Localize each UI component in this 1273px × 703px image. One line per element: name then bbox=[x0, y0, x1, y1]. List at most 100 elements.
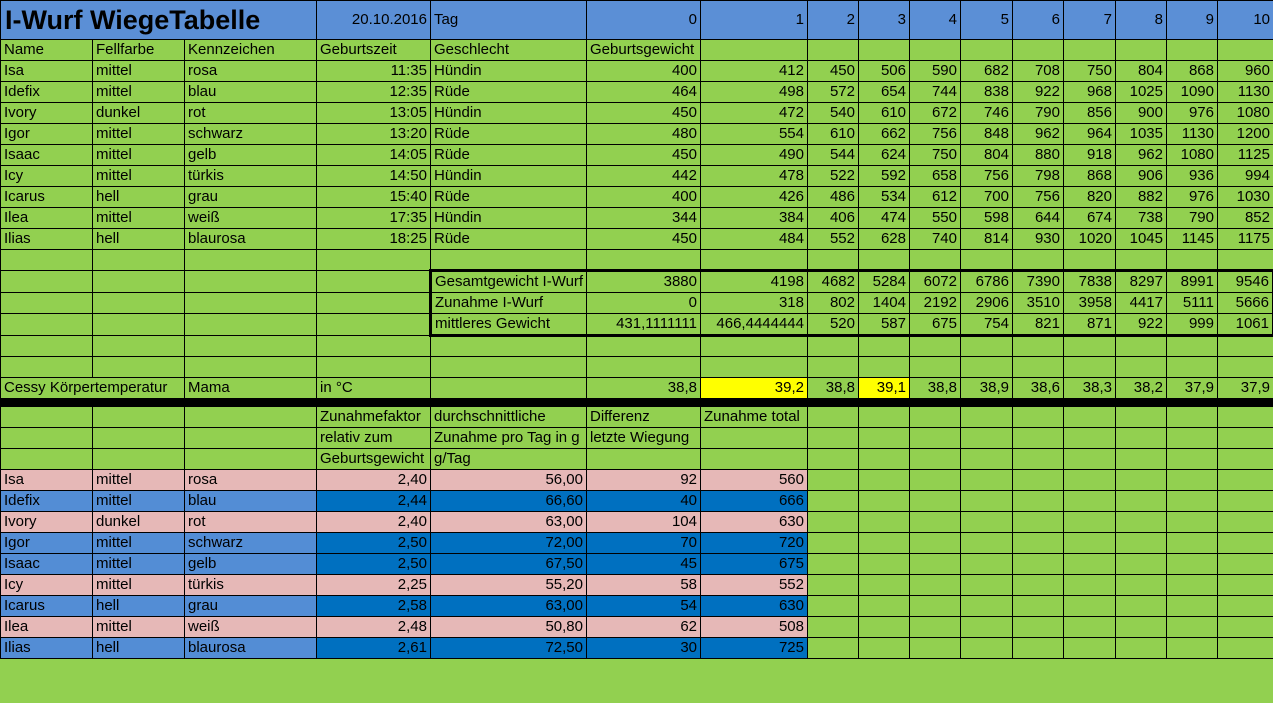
weight-cell[interactable]: 1035 bbox=[1115, 123, 1167, 145]
day-cell[interactable]: 9 bbox=[1166, 0, 1218, 40]
stats-header-cell[interactable]: g/Tag bbox=[430, 448, 587, 470]
empty-cell[interactable] bbox=[586, 335, 701, 357]
fur-color-cell[interactable]: hell bbox=[92, 228, 185, 250]
empty-cell[interactable] bbox=[184, 448, 317, 470]
empty-cell[interactable] bbox=[807, 406, 859, 428]
weight-cell[interactable]: 746 bbox=[960, 102, 1013, 124]
empty-cell[interactable] bbox=[1115, 532, 1167, 554]
last-diff-cell[interactable]: 70 bbox=[586, 532, 701, 554]
summary-label-cell[interactable]: Gesamtgewicht I-Wurf bbox=[429, 269, 587, 293]
temperature-value-cell[interactable]: 38,6 bbox=[1012, 377, 1064, 399]
empty-cell[interactable] bbox=[1115, 39, 1167, 61]
total-gain-cell[interactable]: 675 bbox=[700, 553, 808, 575]
empty-cell[interactable] bbox=[807, 616, 859, 638]
weight-cell[interactable]: 868 bbox=[1063, 165, 1116, 187]
weight-cell[interactable]: 484 bbox=[700, 228, 808, 250]
empty-cell[interactable] bbox=[92, 448, 185, 470]
empty-cell[interactable] bbox=[1166, 616, 1218, 638]
puppy-name-cell[interactable]: Icarus bbox=[0, 595, 93, 617]
empty-cell[interactable] bbox=[960, 616, 1013, 638]
empty-cell[interactable] bbox=[858, 448, 910, 470]
weight-cell[interactable]: 674 bbox=[1063, 207, 1116, 229]
empty-cell[interactable] bbox=[1012, 249, 1064, 271]
empty-cell[interactable] bbox=[1217, 532, 1273, 554]
stats-header-cell[interactable]: Zunahme pro Tag in g bbox=[430, 427, 587, 449]
stats-header-cell[interactable] bbox=[586, 448, 701, 470]
weight-cell[interactable]: 442 bbox=[586, 165, 701, 187]
empty-cell[interactable] bbox=[430, 335, 587, 357]
fur-color-cell[interactable]: mittel bbox=[92, 469, 185, 491]
weight-cell[interactable]: 554 bbox=[700, 123, 808, 145]
weight-cell[interactable]: 964 bbox=[1063, 123, 1116, 145]
empty-cell[interactable] bbox=[960, 249, 1013, 271]
weight-cell[interactable]: 1030 bbox=[1217, 186, 1273, 208]
empty-cell[interactable] bbox=[1115, 553, 1167, 575]
empty-cell[interactable] bbox=[92, 292, 185, 314]
stats-header-cell[interactable]: Zunahmefaktor bbox=[316, 406, 431, 428]
avg-gain-cell[interactable]: 72,50 bbox=[430, 637, 587, 659]
empty-cell[interactable] bbox=[316, 356, 431, 378]
weight-cell[interactable]: 610 bbox=[807, 123, 859, 145]
weight-cell[interactable]: 682 bbox=[960, 60, 1013, 82]
fur-color-cell[interactable]: mittel bbox=[92, 165, 185, 187]
day-cell[interactable]: 1 bbox=[700, 0, 808, 40]
empty-cell[interactable] bbox=[1115, 574, 1167, 596]
weight-cell[interactable]: 804 bbox=[1115, 60, 1167, 82]
puppy-name-cell[interactable]: Icy bbox=[0, 574, 93, 596]
fur-color-cell[interactable]: mittel bbox=[92, 81, 185, 103]
marker-cell[interactable]: schwarz bbox=[184, 123, 317, 145]
weight-cell[interactable]: 790 bbox=[1166, 207, 1218, 229]
weight-cell[interactable]: 814 bbox=[960, 228, 1013, 250]
summary-value-cell[interactable]: 431,1111111 bbox=[586, 313, 701, 337]
empty-cell[interactable] bbox=[1012, 39, 1064, 61]
marker-cell[interactable]: schwarz bbox=[184, 532, 317, 554]
empty-cell[interactable] bbox=[807, 532, 859, 554]
empty-cell[interactable] bbox=[1012, 595, 1064, 617]
avg-gain-cell[interactable]: 56,00 bbox=[430, 469, 587, 491]
avg-gain-cell[interactable]: 72,00 bbox=[430, 532, 587, 554]
summary-value-cell[interactable]: 2906 bbox=[960, 292, 1013, 314]
empty-cell[interactable] bbox=[1166, 406, 1218, 428]
empty-cell[interactable] bbox=[1115, 490, 1167, 512]
empty-cell[interactable] bbox=[316, 313, 431, 336]
marker-cell[interactable]: grau bbox=[184, 186, 317, 208]
empty-cell[interactable] bbox=[1115, 356, 1167, 378]
birth-time-cell[interactable]: 18:25 bbox=[316, 228, 431, 250]
day-cell[interactable]: 10 bbox=[1217, 0, 1273, 40]
weight-cell[interactable]: 740 bbox=[909, 228, 961, 250]
empty-cell[interactable] bbox=[1115, 335, 1167, 357]
empty-cell[interactable] bbox=[0, 406, 93, 428]
empty-cell[interactable] bbox=[960, 511, 1013, 533]
sheet-title[interactable]: I-Wurf WiegeTabelle bbox=[0, 0, 317, 40]
empty-cell[interactable] bbox=[184, 356, 317, 378]
weight-cell[interactable]: 552 bbox=[807, 228, 859, 250]
empty-cell[interactable] bbox=[1063, 39, 1116, 61]
marker-cell[interactable]: gelb bbox=[184, 144, 317, 166]
fur-color-cell[interactable]: mittel bbox=[92, 60, 185, 82]
empty-cell[interactable] bbox=[960, 469, 1013, 491]
weight-cell[interactable]: 1045 bbox=[1115, 228, 1167, 250]
puppy-name-cell[interactable]: Icarus bbox=[0, 186, 93, 208]
weight-cell[interactable]: 750 bbox=[1063, 60, 1116, 82]
fur-color-cell[interactable]: mittel bbox=[92, 123, 185, 145]
last-diff-cell[interactable]: 30 bbox=[586, 637, 701, 659]
fur-color-cell[interactable]: hell bbox=[92, 595, 185, 617]
weight-cell[interactable]: 1145 bbox=[1166, 228, 1218, 250]
empty-cell[interactable] bbox=[858, 553, 910, 575]
empty-cell[interactable] bbox=[909, 553, 961, 575]
weight-cell[interactable]: 756 bbox=[909, 123, 961, 145]
header-cell[interactable]: Kennzeichen bbox=[184, 39, 317, 61]
empty-cell[interactable] bbox=[1166, 595, 1218, 617]
puppy-name-cell[interactable]: Idefix bbox=[0, 490, 93, 512]
sex-cell[interactable]: Hündin bbox=[430, 102, 587, 124]
empty-cell[interactable] bbox=[1115, 249, 1167, 271]
empty-cell[interactable] bbox=[1063, 532, 1116, 554]
empty-cell[interactable] bbox=[1166, 637, 1218, 659]
empty-cell[interactable] bbox=[960, 335, 1013, 357]
summary-value-cell[interactable]: 4682 bbox=[807, 269, 859, 293]
weight-cell[interactable]: 798 bbox=[1012, 165, 1064, 187]
summary-value-cell[interactable]: 318 bbox=[700, 292, 808, 314]
empty-cell[interactable] bbox=[858, 490, 910, 512]
weight-cell[interactable]: 936 bbox=[1166, 165, 1218, 187]
avg-gain-cell[interactable]: 63,00 bbox=[430, 595, 587, 617]
